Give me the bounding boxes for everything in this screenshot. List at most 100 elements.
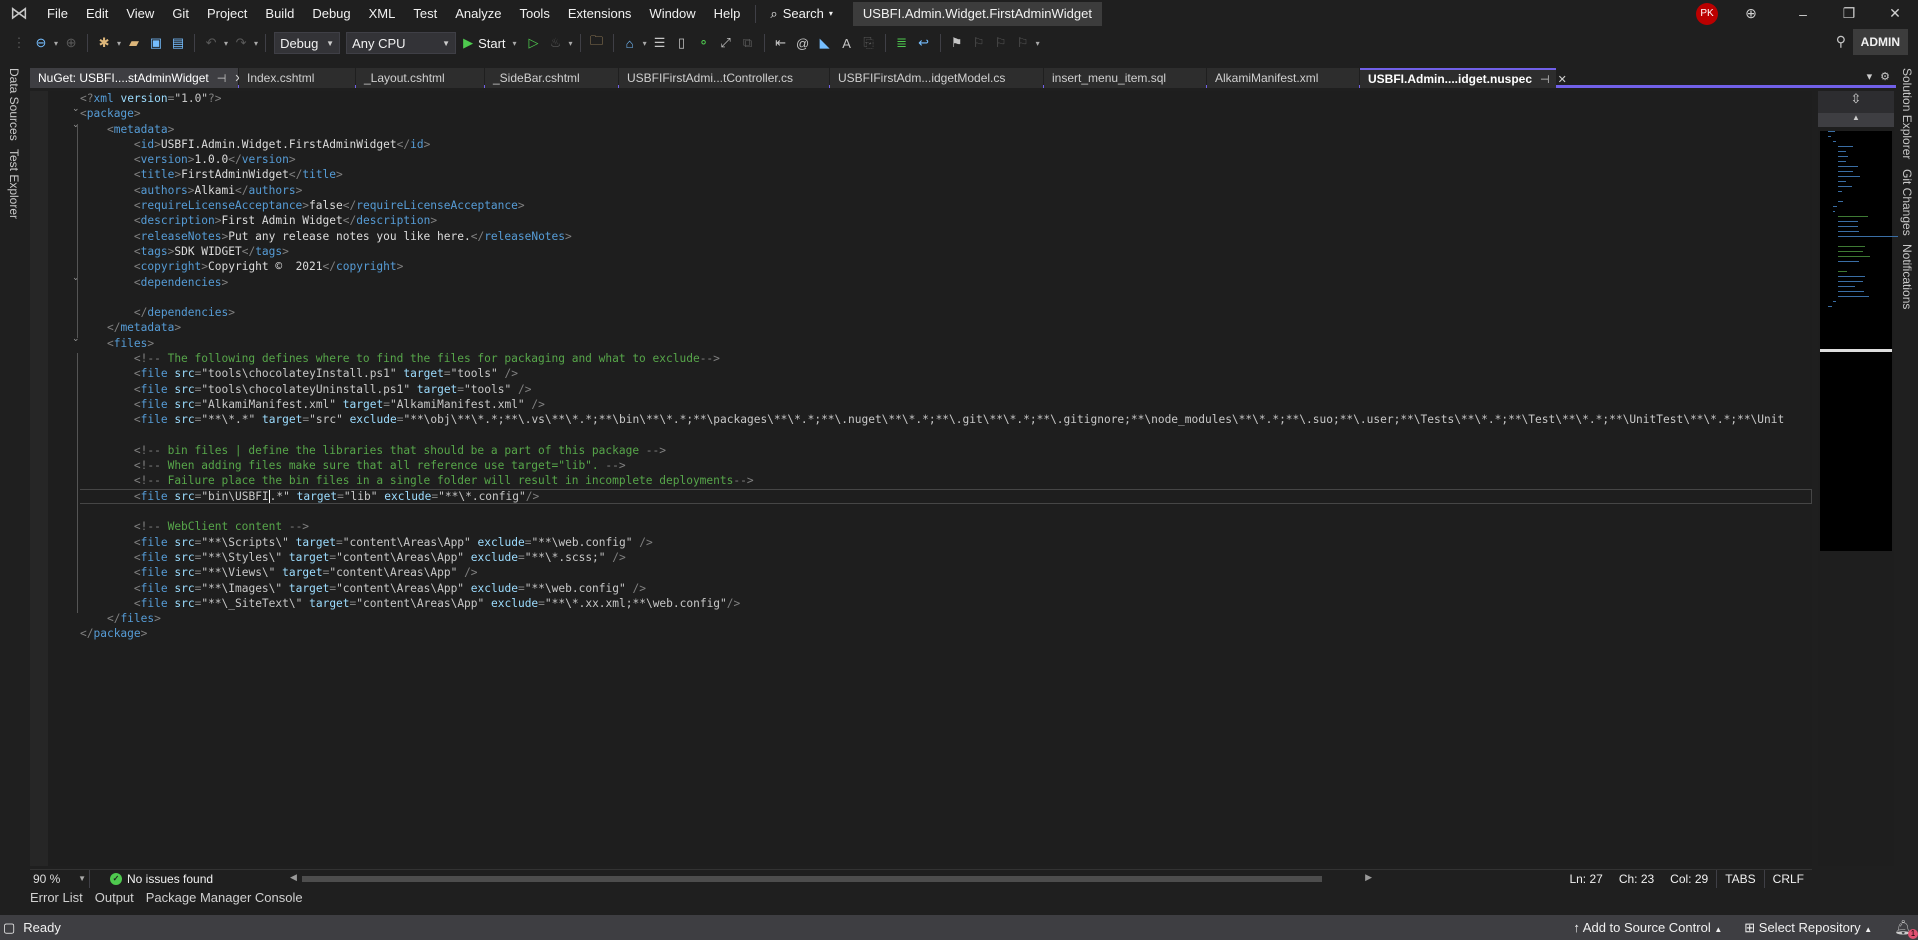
code-line[interactable]: <file src="bin\USBFI.*" target="lib" exc…	[80, 488, 1812, 505]
code-line[interactable]: <file src="AlkamiManifest.xml" target="A…	[80, 397, 1812, 412]
select-repository-button[interactable]: ⊞ Select Repository ▲	[1744, 920, 1872, 936]
scroll-right-icon[interactable]: ▶	[1365, 872, 1372, 883]
minimize-button[interactable]: –	[1780, 6, 1826, 22]
outdent-icon[interactable]: ⇤	[771, 33, 791, 53]
toolbar-overflow-icon[interactable]: ▾	[1036, 39, 1040, 48]
code-line[interactable]: <!-- Failure place the bin files in a si…	[80, 473, 1812, 488]
code-line[interactable]: </package>	[80, 626, 1812, 641]
solution-platform-select[interactable]: Any CPU ▼	[346, 32, 457, 54]
undo-icon[interactable]: ↶	[201, 33, 221, 53]
menu-window[interactable]: Window	[640, 0, 704, 27]
code-line[interactable]: </dependencies>	[80, 305, 1812, 320]
code-line[interactable]: <file src="tools\chocolateyUninstall.ps1…	[80, 382, 1812, 397]
menu-project[interactable]: Project	[198, 0, 256, 27]
chevron-down-icon[interactable]: ▾	[224, 39, 228, 48]
document-tab[interactable]: _Layout.cshtml	[356, 68, 484, 88]
menu-edit[interactable]: Edit	[77, 0, 117, 27]
menu-file[interactable]: File	[38, 0, 77, 27]
code-line[interactable]: <metadata>	[80, 122, 1812, 137]
menu-debug[interactable]: Debug	[303, 0, 359, 27]
code-line[interactable]: <file src="**\*.*" target="src" exclude=…	[80, 412, 1812, 427]
comment-lines-icon[interactable]: ≣	[892, 33, 912, 53]
document-tab[interactable]: NuGet: USBFI....stAdminWidget⊣✕	[30, 68, 244, 88]
document-tab[interactable]: Index.cshtml	[239, 68, 355, 88]
feedback-icon[interactable]: ⊕	[1736, 5, 1766, 22]
menu-tools[interactable]: Tools	[510, 0, 558, 27]
admin-badge[interactable]: ADMIN	[1852, 29, 1908, 55]
code-line[interactable]: </metadata>	[80, 320, 1812, 335]
output-tab[interactable]: Output	[95, 890, 134, 905]
menu-help[interactable]: Help	[705, 0, 750, 27]
save-icon[interactable]: ▣	[146, 33, 166, 53]
collapse-region-icon[interactable]: ⌄	[72, 333, 80, 344]
horizontal-scrollbar[interactable]: ◀ ▶	[290, 870, 1372, 888]
scroll-left-icon[interactable]: ◀	[290, 872, 297, 883]
chevron-down-icon[interactable]: ▾	[569, 39, 573, 48]
code-line[interactable]	[80, 504, 1812, 519]
chevron-down-icon[interactable]: ▾	[117, 39, 121, 48]
code-line[interactable]: <releaseNotes>Put any release notes you …	[80, 229, 1812, 244]
code-line[interactable]: <?xml version="1.0"?>	[80, 91, 1812, 106]
navigate-back-icon[interactable]: ⊖	[31, 33, 51, 53]
chevron-down-icon[interactable]: ▾	[54, 39, 58, 48]
search-button[interactable]: ⌕ Search ▾	[762, 6, 841, 22]
browser-link-icon[interactable]: ⌂	[620, 33, 640, 53]
toggle-comment-icon[interactable]: ⎘	[859, 33, 879, 53]
code-line[interactable]: <authors>Alkami</authors>	[80, 183, 1812, 198]
pin-icon[interactable]: ⊣	[1540, 73, 1550, 86]
chevron-down-icon[interactable]: ▾	[643, 39, 647, 48]
code-line[interactable]: <!-- WebClient content -->	[80, 519, 1812, 534]
document-tab[interactable]: insert_menu_item.sql	[1044, 68, 1206, 88]
code-text[interactable]: <?xml version="1.0"?> <package> <metadata…	[80, 91, 1812, 642]
document-tab[interactable]: USBFI.Admin....idget.nuspec ⊣ ✕	[1360, 68, 1567, 88]
restore-button[interactable]: ❐	[1826, 5, 1872, 22]
code-line[interactable]: <id>USBFI.Admin.Widget.FirstAdminWidget<…	[80, 137, 1812, 152]
redo-icon[interactable]: ↷	[231, 33, 251, 53]
navigate-forward-icon[interactable]: ⊕	[61, 33, 81, 53]
hot-reload-icon[interactable]: ♨	[546, 33, 566, 53]
pin-icon[interactable]: ⊣	[217, 72, 227, 85]
scroll-up-icon[interactable]: ▲	[1818, 113, 1894, 127]
package-manager-console-tab[interactable]: Package Manager Console	[146, 890, 303, 905]
find-in-files-icon[interactable]: 🗀	[587, 33, 607, 53]
class-diagram-icon[interactable]: ⚬	[694, 33, 714, 53]
code-line[interactable]: <file src="**\Scripts\" target="content\…	[80, 535, 1812, 550]
code-line[interactable]: <file src="**\Images\" target="content\A…	[80, 581, 1812, 596]
chevron-down-icon[interactable]: ▾	[254, 39, 258, 48]
code-editor[interactable]: ⌄ ⌄ ⌄ ⌄ <?xml version="1.0"?> <package> <met…	[30, 91, 1812, 866]
document-tab[interactable]: USBFIFirstAdmi...tController.cs	[619, 68, 829, 88]
live-share-icon[interactable]: ⚲	[1836, 33, 1846, 50]
horizontal-scroll-thumb[interactable]	[302, 876, 1322, 882]
hierarchy-icon[interactable]: ⧉	[738, 33, 758, 53]
code-line[interactable]: <description>First Admin Widget</descrip…	[80, 213, 1812, 228]
start-without-debugging-icon[interactable]: ▷	[524, 33, 544, 53]
notifications-tab[interactable]: Notifications	[1900, 244, 1914, 309]
bookmark-icon[interactable]: ⚑	[947, 33, 967, 53]
indentation-mode[interactable]: TABS	[1716, 870, 1764, 888]
code-line[interactable]: <!-- The following defines where to find…	[80, 351, 1812, 366]
quick-info-icon[interactable]: ◣	[815, 33, 835, 53]
add-to-source-control-button[interactable]: ↑ Add to Source Control ▲	[1573, 920, 1722, 935]
output-window-icon[interactable]: ▢	[3, 920, 15, 936]
collapse-region-icon[interactable]: ⌄	[72, 272, 80, 283]
code-line[interactable]: <files>	[80, 336, 1812, 351]
document-tab[interactable]: USBFIFirstAdm...idgetModel.cs	[830, 68, 1043, 88]
code-line[interactable]: <tags>SDK WIDGET</tags>	[80, 244, 1812, 259]
start-debugging-button[interactable]: ▶ Start ▾	[463, 35, 518, 51]
code-line[interactable]	[80, 428, 1812, 443]
split-editor-icon[interactable]: ⇳	[1818, 91, 1894, 113]
document-tab[interactable]: AlkamiManifest.xml	[1207, 68, 1359, 88]
solution-configuration-select[interactable]: Debug ▼	[274, 32, 341, 54]
close-button[interactable]: ✕	[1872, 5, 1918, 22]
code-line[interactable]: <file src="**\_SiteText\" target="conten…	[80, 596, 1812, 611]
menu-extensions[interactable]: Extensions	[559, 0, 641, 27]
code-line[interactable]: <file src="**\Styles\" target="content\A…	[80, 550, 1812, 565]
minimap-view[interactable]	[1820, 130, 1898, 551]
uncomment-lines-icon[interactable]: ↩	[914, 33, 934, 53]
solution-explorer-tab[interactable]: Solution Explorer	[1900, 68, 1914, 159]
code-line[interactable]: <!-- When adding files make sure that al…	[80, 458, 1812, 473]
zoom-level-select[interactable]: 90 % ▼	[30, 869, 90, 888]
menu-test[interactable]: Test	[404, 0, 446, 27]
code-line[interactable]: <version>1.0.0</version>	[80, 152, 1812, 167]
code-line[interactable]: <copyright>Copyright © 2021</copyright>	[80, 259, 1812, 274]
